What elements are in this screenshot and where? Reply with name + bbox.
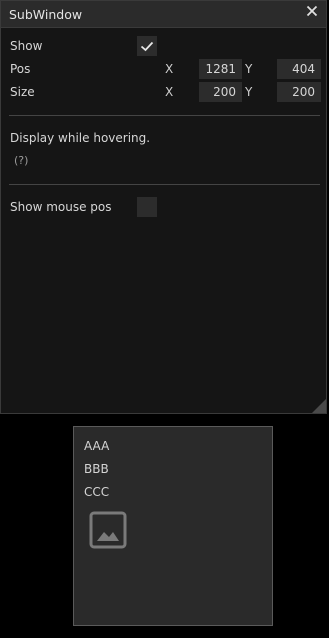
size-label: Size — [10, 85, 35, 99]
window-title: SubWindow — [9, 7, 83, 22]
tooltip-item: BBB — [84, 462, 109, 476]
checkmark-icon — [140, 41, 154, 52]
show-label: Show — [10, 39, 43, 53]
hover-tooltip: AAA BBB CCC — [73, 426, 273, 626]
show-mouse-pos-checkbox[interactable] — [137, 197, 157, 217]
size-y-input[interactable]: 200 — [277, 82, 321, 102]
pos-y-label: Y — [245, 62, 253, 76]
size-y-label: Y — [245, 85, 253, 99]
image-icon — [89, 511, 127, 549]
show-checkbox[interactable] — [137, 36, 157, 56]
subwindow: SubWindow Show Pos X 1281 Y 404 Size X 2… — [0, 0, 327, 414]
pos-x-label: X — [165, 62, 174, 76]
pos-x-input[interactable]: 1281 — [199, 59, 242, 79]
tooltip-item: CCC — [84, 485, 110, 499]
show-mouse-pos-label: Show mouse pos — [10, 200, 112, 214]
pos-y-input[interactable]: 404 — [277, 59, 321, 79]
pos-label: Pos — [10, 62, 31, 76]
window-titlebar[interactable]: SubWindow — [1, 1, 326, 28]
separator — [9, 184, 320, 185]
close-icon[interactable] — [306, 5, 318, 17]
separator — [9, 115, 320, 116]
display-hover-label: Display while hovering. — [10, 131, 151, 145]
tooltip-item: AAA — [84, 439, 110, 453]
size-x-input[interactable]: 200 — [199, 82, 242, 102]
resize-grip-icon[interactable] — [310, 397, 326, 413]
help-marker[interactable]: (?) — [14, 154, 28, 167]
size-x-label: X — [165, 85, 174, 99]
